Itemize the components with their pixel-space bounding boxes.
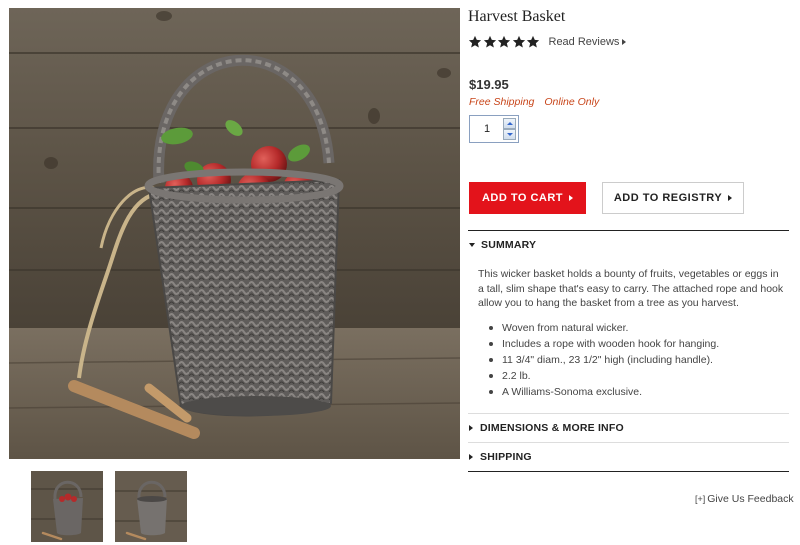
caret-right-icon (569, 195, 574, 201)
list-item: 2.2 lb. (488, 368, 778, 384)
quantity-stepper[interactable] (469, 115, 519, 143)
free-shipping-badge: Free Shipping (469, 96, 535, 108)
thumbnail-image (31, 471, 103, 542)
plus-icon: [+] (695, 494, 706, 504)
star-icon (497, 35, 511, 48)
caret-right-icon (469, 425, 473, 431)
shipping-toggle[interactable]: SHIPPING (469, 451, 532, 463)
read-reviews-link[interactable]: Read Reviews (549, 36, 627, 48)
quantity-input[interactable] (470, 116, 504, 142)
list-item: Woven from natural wicker. (488, 320, 778, 336)
thumbnail-with-apples[interactable] (31, 471, 103, 542)
feedback-label: Give Us Feedback (707, 493, 794, 505)
product-title: Harvest Basket (468, 8, 566, 25)
add-to-cart-label: ADD TO CART (481, 192, 564, 204)
give-feedback-link[interactable]: [+] Give Us Feedback (695, 493, 794, 505)
feature-list: Woven from natural wicker. Includes a ro… (488, 320, 778, 400)
list-item: A Williams-Sonoma exclusive. (488, 384, 778, 400)
promo-badges: Free Shipping Online Only (469, 96, 599, 108)
divider (468, 413, 789, 414)
summary-heading: SUMMARY (481, 239, 537, 251)
caret-right-icon (728, 195, 733, 201)
product-price: $19.95 (469, 77, 509, 92)
dimensions-toggle[interactable]: DIMENSIONS & MORE INFO (469, 422, 624, 434)
divider (468, 471, 789, 472)
caret-down-icon (469, 243, 475, 247)
thumbnail-empty-basket[interactable] (115, 471, 187, 542)
quantity-spinner[interactable] (503, 118, 516, 140)
main-product-image[interactable] (9, 8, 460, 459)
shipping-heading: SHIPPING (480, 451, 532, 463)
dimensions-heading: DIMENSIONS & MORE INFO (480, 422, 624, 434)
product-rating: Read Reviews (468, 35, 627, 49)
add-to-registry-button[interactable]: ADD TO REGISTRY (602, 182, 744, 214)
caret-right-icon (469, 454, 473, 460)
star-icon (526, 35, 540, 48)
star-icon (512, 35, 525, 48)
add-to-cart-button[interactable]: ADD TO CART (469, 182, 586, 214)
summary-description: This wicker basket holds a bounty of fru… (478, 268, 784, 309)
star-icon (468, 35, 482, 48)
summary-toggle[interactable]: SUMMARY (469, 239, 536, 251)
divider (468, 442, 789, 443)
caret-right-icon (622, 39, 627, 45)
thumbnail-image (115, 471, 187, 542)
add-to-registry-label: ADD TO REGISTRY (613, 192, 723, 204)
list-item: Includes a rope with wooden hook for han… (488, 336, 778, 352)
basket-photo (9, 8, 460, 459)
list-item: 11 3/4" diam., 23 1/2" high (including h… (488, 352, 778, 368)
star-icon (483, 35, 496, 48)
read-reviews-label: Read Reviews (548, 36, 620, 48)
spin-down-icon[interactable] (503, 129, 516, 140)
divider (468, 230, 789, 231)
online-only-badge: Online Only (544, 96, 600, 108)
spin-up-icon[interactable] (503, 118, 516, 129)
star-rating (468, 35, 541, 49)
